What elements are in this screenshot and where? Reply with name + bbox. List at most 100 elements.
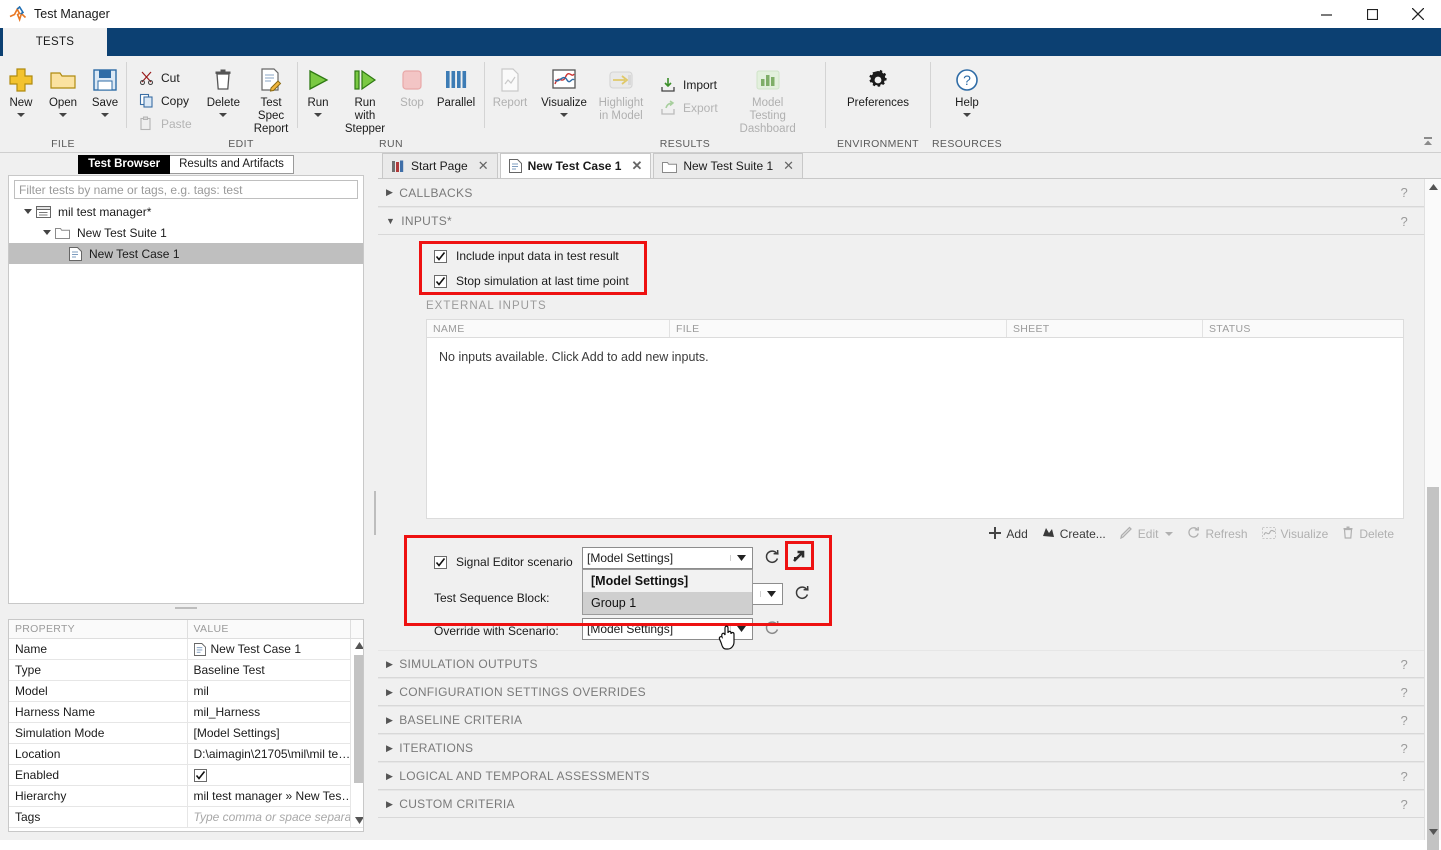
import-button[interactable]: Import [655, 73, 722, 96]
signal-editor-scenario-dropdown[interactable]: [Model Settings] Group 1 [582, 569, 753, 615]
ribbon-collapse-icon[interactable] [1421, 135, 1435, 149]
chevron-down-icon[interactable] [730, 555, 752, 561]
property-scroll-thumb[interactable] [353, 654, 363, 783]
export-button[interactable]: Export [655, 96, 722, 119]
maximize-icon[interactable] [1349, 0, 1395, 28]
delete-input-button[interactable]: Delete [1342, 526, 1394, 542]
editor-scroll-thumb[interactable] [1427, 487, 1439, 850]
parallel-button[interactable]: Parallel [432, 61, 480, 112]
section-custom-criteria[interactable]: ▶ CUSTOM CRITERIA ? [378, 790, 1424, 818]
cut-button[interactable]: Cut [133, 66, 196, 89]
delete-button[interactable]: Delete [202, 61, 245, 119]
include-input-data-row[interactable]: Include input data in test result [434, 249, 619, 263]
chevron-down-icon[interactable] [314, 113, 322, 117]
chevron-down-icon[interactable] [760, 591, 782, 597]
copy-button[interactable]: Copy [133, 89, 196, 112]
chevron-down-icon[interactable] [59, 113, 67, 117]
tab-test-browser[interactable]: Test Browser [78, 154, 171, 174]
add-input-button[interactable]: Add [989, 526, 1028, 542]
stop-simulation-checkbox[interactable] [434, 274, 447, 288]
filter-input[interactable]: Filter tests by name or tags, e.g. tags:… [14, 180, 358, 199]
enabled-checkbox[interactable] [193, 768, 207, 782]
close-icon[interactable]: ✕ [783, 158, 794, 174]
section-baseline-criteria[interactable]: ▶ BASELINE CRITERIA ? [378, 706, 1424, 734]
signal-editor-open-external-icon[interactable] [789, 546, 809, 566]
scroll-up-icon[interactable] [351, 639, 363, 653]
visualize-input-button[interactable]: Visualize [1261, 526, 1328, 542]
chevron-down-icon[interactable] [101, 113, 109, 117]
paste-button[interactable]: Paste [133, 112, 196, 135]
table-row[interactable]: Enabled [9, 764, 363, 786]
help-icon[interactable]: ? [1400, 185, 1408, 200]
chevron-down-icon[interactable] [42, 227, 53, 238]
help-icon[interactable]: ? [1400, 797, 1408, 812]
minimize-icon[interactable] [1303, 0, 1349, 28]
left-panel-splitter[interactable] [0, 604, 372, 612]
scroll-down-icon[interactable] [351, 816, 363, 824]
dropdown-option-model-settings[interactable]: [Model Settings] [583, 570, 752, 592]
save-button[interactable]: Save [84, 61, 126, 119]
chevron-down-icon[interactable] [560, 113, 568, 117]
section-iterations[interactable]: ▶ ITERATIONS ? [378, 734, 1424, 762]
chevron-down-icon[interactable] [17, 113, 25, 117]
stop-simulation-row[interactable]: Stop simulation at last time point [434, 274, 629, 288]
table-row[interactable]: Hierarchy mil test manager » New Tes… [9, 785, 363, 807]
model-testing-dashboard-button[interactable]: Model Testing Dashboard [728, 61, 808, 138]
test-sequence-refresh-icon[interactable] [794, 585, 810, 604]
table-row[interactable]: Type Baseline Test [9, 659, 363, 681]
override-scenario-refresh-icon[interactable] [764, 620, 780, 639]
doc-tab-new-test-case-1[interactable]: New Test Case 1 ✕ [499, 153, 652, 178]
run-button[interactable]: Run [298, 61, 338, 119]
chevron-down-icon[interactable] [219, 113, 228, 117]
highlight-in-model-button[interactable]: Highlight in Model [593, 61, 649, 125]
property-value[interactable]: Type comma or space separat [187, 806, 351, 828]
visualize-button[interactable]: Visualize [535, 61, 593, 119]
scroll-down-icon[interactable] [1425, 824, 1441, 840]
new-button[interactable]: New [0, 61, 42, 119]
help-icon[interactable]: ? [1400, 214, 1408, 229]
help-button[interactable]: ? Help [947, 61, 987, 119]
chevron-down-icon[interactable] [963, 113, 971, 117]
tree-item-new-test-case-1[interactable]: New Test Case 1 [9, 243, 363, 264]
create-input-button[interactable]: Create... [1042, 527, 1106, 542]
refresh-input-button[interactable]: Refresh [1187, 526, 1248, 542]
doc-tab-start-page[interactable]: Start Page ✕ [382, 153, 498, 178]
chevron-down-icon[interactable] [23, 206, 34, 217]
table-row[interactable]: Tags Type comma or space separat [9, 806, 363, 828]
stop-button[interactable]: Stop [392, 61, 432, 112]
report-button[interactable]: Report [485, 61, 535, 112]
column-header-name[interactable]: NAME [427, 320, 670, 337]
help-icon[interactable]: ? [1400, 769, 1408, 784]
table-row[interactable]: Model mil [9, 680, 363, 702]
help-icon[interactable]: ? [1400, 657, 1408, 672]
table-row[interactable]: Harness Name mil_Harness [9, 701, 363, 723]
tab-results-and-artifacts[interactable]: Results and Artifacts [170, 154, 294, 174]
ribbon-tab-tests[interactable]: TESTS [3, 28, 107, 56]
dropdown-option-group-1[interactable]: Group 1 [583, 592, 752, 614]
section-configuration-settings-overrides[interactable]: ▶ CONFIGURATION SETTINGS OVERRIDES ? [378, 678, 1424, 706]
column-header-file[interactable]: FILE [670, 320, 1007, 337]
column-header-status[interactable]: STATUS [1203, 320, 1403, 337]
run-with-stepper-button[interactable]: Run with Stepper [338, 61, 392, 138]
test-spec-report-button[interactable]: Test Spec Report [245, 61, 297, 138]
editor-vertical-scrollbar[interactable] [1424, 179, 1441, 850]
chevron-down-icon[interactable] [1165, 532, 1174, 536]
table-row[interactable]: Simulation Mode [Model Settings] [9, 722, 363, 744]
help-icon[interactable]: ? [1400, 713, 1408, 728]
section-logical-and-temporal-assessments[interactable]: ▶ LOGICAL AND TEMPORAL ASSESSMENTS ? [378, 762, 1424, 790]
table-row[interactable]: Name New Test Case 1 [9, 638, 363, 828]
section-callbacks[interactable]: ▶ CALLBACKS ? [378, 179, 1424, 207]
column-header-sheet[interactable]: SHEET [1007, 320, 1203, 337]
section-inputs[interactable]: ▼ INPUTS* ? [378, 207, 1424, 235]
tree-item-new-test-suite-1[interactable]: New Test Suite 1 [9, 222, 363, 243]
signal-editor-scenario-combo[interactable]: [Model Settings] [582, 547, 753, 569]
tree-item-mil-test-manager[interactable]: mil test manager* [9, 201, 363, 222]
table-row[interactable]: Location D:\aimagin\21705\mil\mil te… [9, 743, 363, 765]
scroll-up-icon[interactable] [1425, 179, 1441, 195]
property-value[interactable] [187, 764, 351, 786]
edit-input-button[interactable]: Edit [1119, 526, 1174, 542]
include-input-data-checkbox[interactable] [434, 249, 447, 263]
section-simulation-outputs[interactable]: ▶ SIMULATION OUTPUTS ? [378, 650, 1424, 678]
signal-editor-scenario-checkbox[interactable] [434, 555, 447, 569]
help-icon[interactable]: ? [1400, 741, 1408, 756]
